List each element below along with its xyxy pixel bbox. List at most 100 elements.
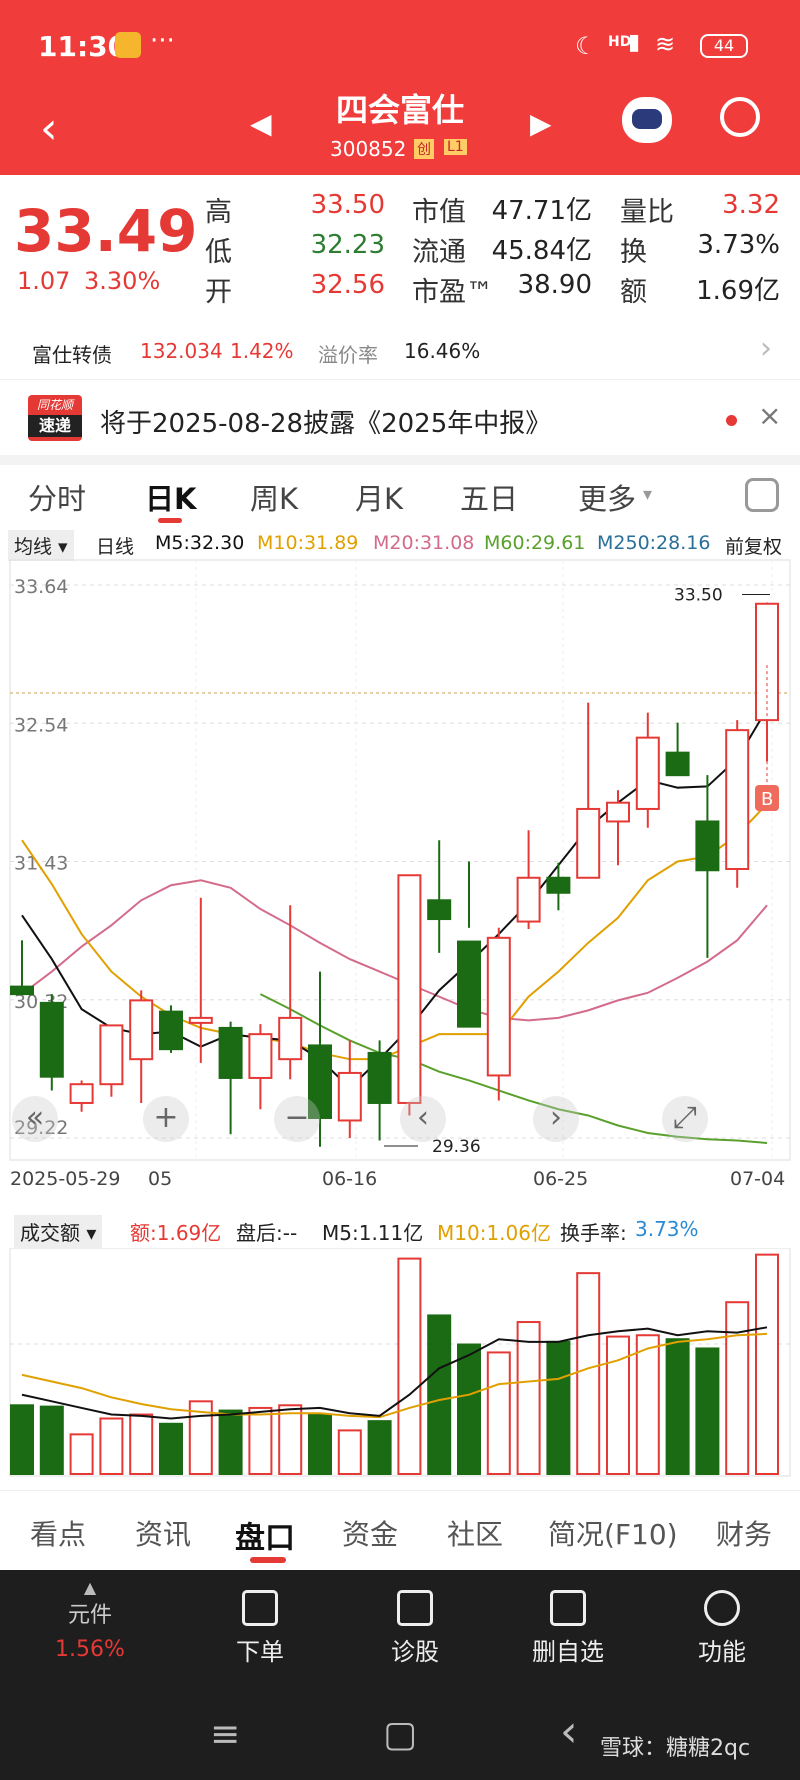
menu-circle-icon (704, 1590, 740, 1626)
quote-label: 开 (205, 277, 232, 308)
diagnose-button[interactable]: 诊股 (355, 1590, 475, 1667)
chart-period-tabs: 分时 日K 周K 月K 五日 更多 ▾ (0, 466, 800, 526)
candle-body (576, 807, 601, 879)
info-tabs: 看点 资讯 盘口 资金 社区 简况(F10) 财务 (0, 1490, 800, 1570)
home-icon[interactable]: ▢ (383, 1714, 417, 1755)
ma-legend: 均线 ▾ 日线 M5:32.30 M10:31.89 M20:31.08 M60… (0, 528, 800, 562)
volume-bar (576, 1272, 601, 1476)
volume-bar (457, 1343, 481, 1475)
vol-m5-value: M5:1.11亿 (322, 1221, 424, 1245)
candle-body (486, 936, 511, 1077)
more-dots: ··· (150, 26, 175, 56)
notice-banner[interactable]: 同花顺 速递 将于2025-08-28披露《2025年中报》 × (0, 385, 800, 455)
tab-monthly-k[interactable]: 月K (355, 476, 403, 518)
tab-finance[interactable]: 财务 (716, 1513, 772, 1553)
tab-fund-flow[interactable]: 资金 (342, 1513, 398, 1553)
candle-body (665, 751, 690, 777)
remove-watchlist-label: 删自选 (532, 1638, 604, 1666)
volume-bar (546, 1340, 571, 1475)
candle-body (427, 899, 452, 921)
adjust-mode[interactable]: 前复权 (725, 532, 782, 559)
quote-label: 额 (620, 277, 647, 308)
quote-label: 低 (205, 237, 232, 268)
level-badge: L1 (444, 139, 467, 155)
document-icon (242, 1590, 278, 1626)
m250-legend: M250:28.16 (597, 532, 711, 554)
tab-more[interactable]: 更多 (578, 476, 636, 518)
back-arrow-icon[interactable]: ‹ (40, 103, 58, 154)
scroll-right-button[interactable]: › (533, 1096, 579, 1142)
candle-body (218, 1026, 243, 1079)
quote-value: 33.50 (310, 190, 385, 220)
x-tick-label: 07-04 (730, 1168, 785, 1190)
convertible-bond-row[interactable]: 富仕转债 132.034 1.42% 溢价率 16.46% › (0, 325, 800, 380)
volume-bar (278, 1404, 303, 1476)
candle-body (695, 820, 720, 872)
recent-apps-icon[interactable]: ≡ (210, 1714, 240, 1755)
candle-body (397, 874, 422, 1104)
tab-f10[interactable]: 简况(F10) (548, 1513, 678, 1553)
related-stock[interactable]: ▲ 元件 1.56% (30, 1578, 150, 1662)
logo-top-text: 同花顺 (36, 398, 73, 412)
wifi-icon: ≋ (655, 30, 676, 58)
volume-bar (695, 1347, 720, 1475)
m10-legend: M10:31.89 (257, 532, 359, 554)
candle-body (635, 736, 660, 810)
quote-value: 32.23 (310, 230, 385, 260)
settings-icon[interactable] (745, 478, 779, 512)
zoom-out-button[interactable]: « (12, 1096, 58, 1142)
high-label: 33.50 (674, 586, 723, 606)
related-stock-label: 元件 (67, 1603, 112, 1628)
active-tab-indicator (250, 1557, 286, 1563)
tab-highlights[interactable]: 看点 (30, 1513, 86, 1553)
close-icon[interactable]: × (758, 399, 781, 432)
back-icon[interactable]: ‹ (560, 1706, 578, 1757)
quote-value: 47.71亿 (491, 196, 592, 226)
unread-dot (726, 415, 737, 426)
robot-assistant-icon[interactable] (622, 97, 672, 143)
after-hours-value: 盘后:-- (236, 1221, 298, 1245)
minus-button[interactable]: − (274, 1096, 320, 1142)
prev-stock-icon[interactable]: ◀ (250, 107, 272, 140)
volume-bar (69, 1433, 94, 1476)
logo-bottom-text: 速递 (28, 415, 82, 437)
x-tick-label: 06-16 (322, 1168, 377, 1190)
scroll-left-button[interactable]: ‹ (400, 1096, 446, 1142)
volume-bar (367, 1420, 392, 1475)
tab-five-day[interactable]: 五日 (460, 476, 518, 518)
m5-legend: M5:32.30 (155, 532, 245, 554)
remove-watchlist-button[interactable]: 删自选 (508, 1590, 628, 1667)
m60-legend: M60:29.61 (484, 532, 586, 554)
bond-price: 132.034 (140, 339, 223, 363)
period-label: 日线 (96, 536, 135, 558)
watermark: 雪球：糖糖2qc (600, 1736, 751, 1761)
action-toolbar: ▲ 元件 1.56% 下单 诊股 删自选 功能 (0, 1570, 800, 1700)
battery-icon: 44 (700, 34, 748, 58)
functions-button[interactable]: 功能 (662, 1590, 782, 1667)
tab-community[interactable]: 社区 (447, 1513, 503, 1553)
kline-chart[interactable]: 33.64 32.54 31.43 30.32 29.22 33.50 29.36 B 2025… (0, 559, 800, 1190)
order-button[interactable]: 下单 (200, 1590, 320, 1667)
volume-bar (755, 1253, 779, 1476)
volume-bar (486, 1351, 511, 1475)
tab-daily-k[interactable]: 日K (145, 476, 196, 518)
volume-type-select[interactable]: 成交额 ▾ (14, 1215, 103, 1248)
zoom-in-button[interactable]: + (143, 1096, 189, 1142)
tab-news[interactable]: 资讯 (135, 1513, 191, 1553)
premium-value: 16.46% (404, 339, 481, 363)
y-tick-label: 32.54 (14, 714, 68, 736)
quote-value: 1.69亿 (696, 276, 780, 306)
ma-type-label: 均线 (14, 536, 53, 558)
related-stock-pct: 1.56% (55, 1637, 125, 1662)
search-icon[interactable] (720, 97, 760, 137)
bond-pct: 1.42% (230, 339, 294, 363)
buy-marker-label: B (761, 789, 773, 810)
tab-intraday[interactable]: 分时 (28, 476, 86, 518)
next-stock-icon[interactable]: ▶ (530, 107, 552, 140)
volume-type-label: 成交额 (20, 1221, 80, 1245)
ma-type-select[interactable]: 均线 ▾ (8, 530, 74, 561)
volume-svg (9, 1247, 791, 1477)
tab-weekly-k[interactable]: 周K (250, 476, 298, 518)
tab-orderbook[interactable]: 盘口 (235, 1513, 295, 1557)
fullscreen-button[interactable]: ⤢ (662, 1096, 708, 1142)
